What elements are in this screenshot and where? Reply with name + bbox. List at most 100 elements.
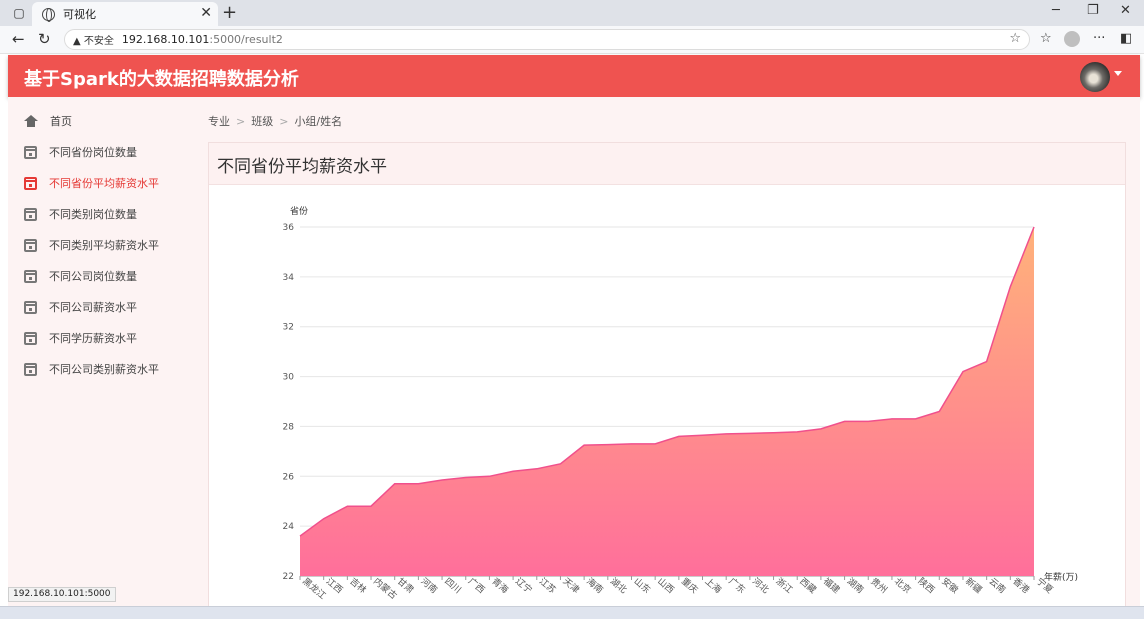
sidebar-toggle-icon[interactable]: ◧ [1120,31,1132,46]
sidebar-item-label: 不同类别平均薪资水平 [49,239,159,252]
y-tick-label: 28 [283,422,295,432]
tab-close-icon[interactable]: ✕ [200,5,212,21]
url-path: :5000/result2 [209,33,283,46]
y-tick-label: 36 [283,223,295,233]
y-axis-label: 省份 [290,205,308,217]
x-tick-label: 广东 [726,575,748,596]
insecure-badge[interactable]: ▲ 不安全 [73,32,114,47]
calendar-icon [24,331,37,345]
x-tick-label: 北京 [892,575,914,596]
y-tick-label: 34 [283,273,295,283]
y-tick-label: 32 [283,323,294,333]
app-title: 基于Spark的大数据招聘数据分析 [24,69,299,90]
x-tick-label: 贵州 [868,575,890,596]
x-tick-label: 黑龙江 [300,575,328,602]
y-tick-label: 26 [283,472,295,482]
y-tick-label: 22 [283,572,294,582]
breadcrumb: 专业 > 班级 > 小组/姓名 [208,113,342,129]
breadcrumb-major[interactable]: 专业 [208,115,230,128]
salary-area-chart: 2224262830323436 黑龙江江西 吉林 内蒙古甘肃 河南 四川 广西 青海 辽宁江… [283,205,1078,602]
breadcrumb-separator: > [236,115,246,128]
calendar-icon [24,362,37,376]
x-tick-label: 吉林 [347,575,369,596]
globe-icon [42,7,55,22]
main-content: 首页 不同省份岗位数量 不同省份平均薪资水平 不同类别岗位数量 不同类别平均薪资… [8,97,1140,612]
tab-bar: ▢ 可视化 ✕ + ─ ❐ ✕ [0,0,1144,26]
sidebar-item-category-jobs[interactable]: 不同类别岗位数量 [24,203,137,225]
y-tick-label: 30 [283,373,295,383]
url-text: 192.168.10.101:5000/result2 [122,33,283,46]
restore-icon[interactable]: ❐ [1087,3,1099,18]
x-axis-label: 年薪(万) [1044,571,1078,583]
back-icon[interactable]: ← [12,30,25,48]
x-tick-label: 浙江 [774,575,796,596]
x-tick-label: 西藏 [797,575,819,596]
tab-title: 可视化 [63,8,96,21]
sidebar-item-label: 首页 [50,115,72,128]
sidebar-item-label: 不同类别岗位数量 [49,208,137,221]
sidebar-item-education-salary[interactable]: 不同学历薪资水平 [24,327,137,349]
address-bar-row: ← ↻ ▲ 不安全 192.168.10.101:5000/result2 ☆ … [0,26,1144,54]
more-menu-icon[interactable]: ··· [1093,31,1105,46]
sidebar-item-company-type-salary[interactable]: 不同公司类别薪资水平 [24,358,159,380]
x-tick-label: 安徽 [939,575,961,596]
x-tick-label: 江苏 [537,575,559,596]
x-tick-label: 湖南 [845,575,867,596]
x-tick-label: 辽宁 [513,575,535,596]
x-tick-label: 广西 [466,575,488,596]
url-host: 192.168.10.101 [121,33,210,46]
sidebar-item-category-salary[interactable]: 不同类别平均薪资水平 [24,234,159,256]
sidebar-item-home[interactable]: 首页 [24,110,72,132]
sidebar-item-province-salary[interactable]: 不同省份平均薪资水平 [24,172,159,194]
sidebar-item-label: 不同公司类别薪资水平 [49,363,159,376]
calendar-icon [24,176,37,190]
x-tick-label: 山东 [632,575,654,596]
x-tick-label: 重庆 [679,575,701,596]
x-tick-label: 福建 [821,575,843,596]
sidebar-item-label: 不同公司薪资水平 [49,301,137,314]
user-menu-caret-icon[interactable] [1114,71,1122,76]
card-header: 不同省份平均薪资水平 [209,143,1125,185]
browser-tab[interactable]: 可视化 ✕ [32,2,218,26]
tab-actions-icon[interactable]: ▢ [8,4,30,22]
new-tab-icon[interactable]: + [222,2,237,23]
x-tick-label: 河北 [750,575,772,596]
breadcrumb-class[interactable]: 班级 [251,115,273,128]
x-tick-label: 新疆 [963,575,985,596]
x-tick-label: 天津 [561,576,582,596]
calendar-icon [24,269,37,283]
sidebar-item-province-jobs[interactable]: 不同省份岗位数量 [24,141,137,163]
calendar-icon [24,145,37,159]
calendar-icon [24,238,37,252]
sidebar-item-company-jobs[interactable]: 不同公司岗位数量 [24,265,137,287]
sidebar: 首页 不同省份岗位数量 不同省份平均薪资水平 不同类别岗位数量 不同类别平均薪资… [8,97,198,606]
user-avatar[interactable] [1080,62,1110,92]
status-url: 192.168.10.101:5000 [8,587,116,602]
sidebar-item-label: 不同省份岗位数量 [49,146,137,159]
x-tick-label: 云南 [987,575,1009,596]
card-title: 不同省份平均薪资水平 [217,157,387,177]
breadcrumb-separator: > [279,115,289,128]
x-tick-label: 陕西 [916,575,938,596]
x-tick-label: 四川 [442,577,462,596]
minimize-icon[interactable]: ─ [1052,3,1060,18]
sidebar-item-label: 不同公司岗位数量 [49,270,137,283]
sidebar-item-label: 不同学历薪资水平 [49,332,137,345]
x-tick-label: 海南 [584,575,606,596]
x-tick-label: 山西 [655,576,676,596]
sidebar-item-company-salary[interactable]: 不同公司薪资水平 [24,296,137,318]
calendar-icon [24,207,37,221]
address-input[interactable]: ▲ 不安全 192.168.10.101:5000/result2 ☆ [64,29,1030,50]
x-tick-label: 上海 [703,575,725,596]
y-tick-label: 24 [283,522,295,532]
reload-icon[interactable]: ↻ [38,30,51,48]
x-tick-label: 香港 [1010,575,1032,596]
area-fill [300,227,1034,576]
profile-icon[interactable] [1064,31,1080,47]
favorites-icon[interactable]: ☆ [1040,31,1052,46]
home-icon [24,115,38,127]
favorite-star-icon[interactable]: ☆ [1009,31,1021,46]
app-header: 基于Spark的大数据招聘数据分析 [8,55,1140,97]
window-close-icon[interactable]: ✕ [1120,3,1131,18]
calendar-icon [24,300,37,314]
